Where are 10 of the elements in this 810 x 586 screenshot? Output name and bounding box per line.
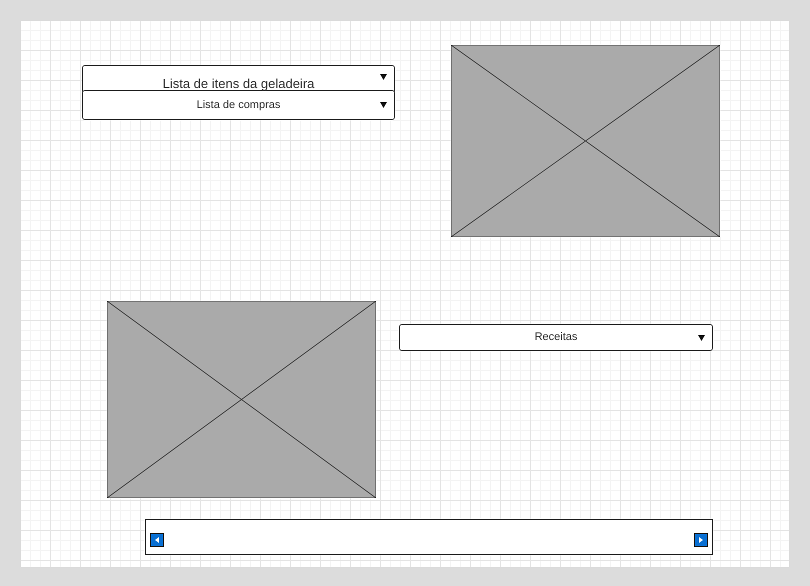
scroll-right-button[interactable] bbox=[694, 533, 708, 547]
dropdown[interactable]: Receitas bbox=[399, 324, 713, 351]
dropdown[interactable]: Lista de compras bbox=[82, 90, 395, 120]
dropdown-value: Lista de itens da geladeira bbox=[162, 76, 314, 91]
caret-icon bbox=[380, 102, 387, 108]
dropdown-value: Lista de compras bbox=[196, 98, 280, 113]
caret-icon bbox=[380, 74, 387, 80]
dropdown-value: Receitas bbox=[534, 330, 578, 346]
caret-icon bbox=[698, 334, 705, 340]
scroll-left-button[interactable] bbox=[150, 533, 164, 547]
